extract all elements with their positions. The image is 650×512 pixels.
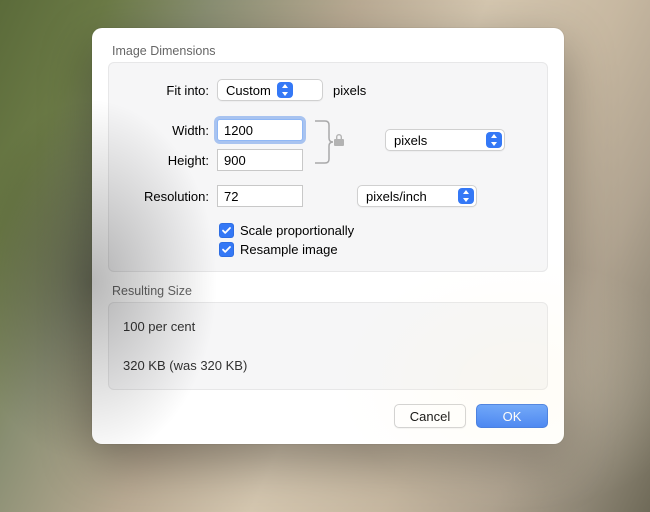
resulting-size-panel: 100 per cent 320 KB (was 320 KB) (108, 302, 548, 390)
image-dimensions-panel: Fit into: Custom pixels Width: Height: (108, 62, 548, 272)
resample-image-label: Resample image (240, 242, 338, 257)
chevron-updown-icon (486, 132, 502, 148)
width-height-block: Width: Height: pixels (123, 115, 533, 175)
ok-button[interactable]: OK (476, 404, 548, 428)
resolution-label: Resolution: (123, 189, 217, 204)
width-input[interactable] (217, 119, 303, 141)
fit-into-unit-label: pixels (333, 83, 366, 98)
checkbox-checked-icon (219, 223, 234, 238)
scale-proportionally-label: Scale proportionally (240, 223, 354, 238)
resolution-unit-select[interactable]: pixels/inch (357, 185, 477, 207)
result-percent: 100 per cent (123, 319, 533, 334)
checkbox-checked-icon (219, 242, 234, 257)
fit-into-row: Fit into: Custom pixels (123, 75, 533, 105)
cancel-button[interactable]: Cancel (394, 404, 466, 428)
fit-into-value: Custom (226, 83, 271, 98)
resulting-size-label: Resulting Size (112, 284, 548, 298)
height-input[interactable] (217, 149, 303, 171)
chevron-updown-icon (458, 188, 474, 204)
resample-image-checkbox[interactable]: Resample image (219, 242, 533, 257)
resolution-unit-value: pixels/inch (366, 189, 452, 204)
fit-into-select[interactable]: Custom (217, 79, 323, 101)
dialog-buttons: Cancel OK (108, 404, 548, 428)
dimensions-unit-value: pixels (394, 133, 480, 148)
resolution-input[interactable] (217, 185, 303, 207)
height-label: Height: (123, 153, 217, 168)
fit-into-label: Fit into: (123, 83, 217, 98)
dimensions-unit-select[interactable]: pixels (385, 129, 505, 151)
resolution-row: Resolution: pixels/inch (123, 181, 533, 211)
chevron-updown-icon (277, 82, 293, 98)
image-dimensions-label: Image Dimensions (112, 44, 548, 58)
image-size-dialog: Image Dimensions Fit into: Custom pixels… (92, 28, 564, 444)
lock-icon (333, 133, 345, 150)
width-label: Width: (123, 123, 217, 138)
result-size: 320 KB (was 320 KB) (123, 358, 533, 373)
scale-proportionally-checkbox[interactable]: Scale proportionally (219, 223, 533, 238)
